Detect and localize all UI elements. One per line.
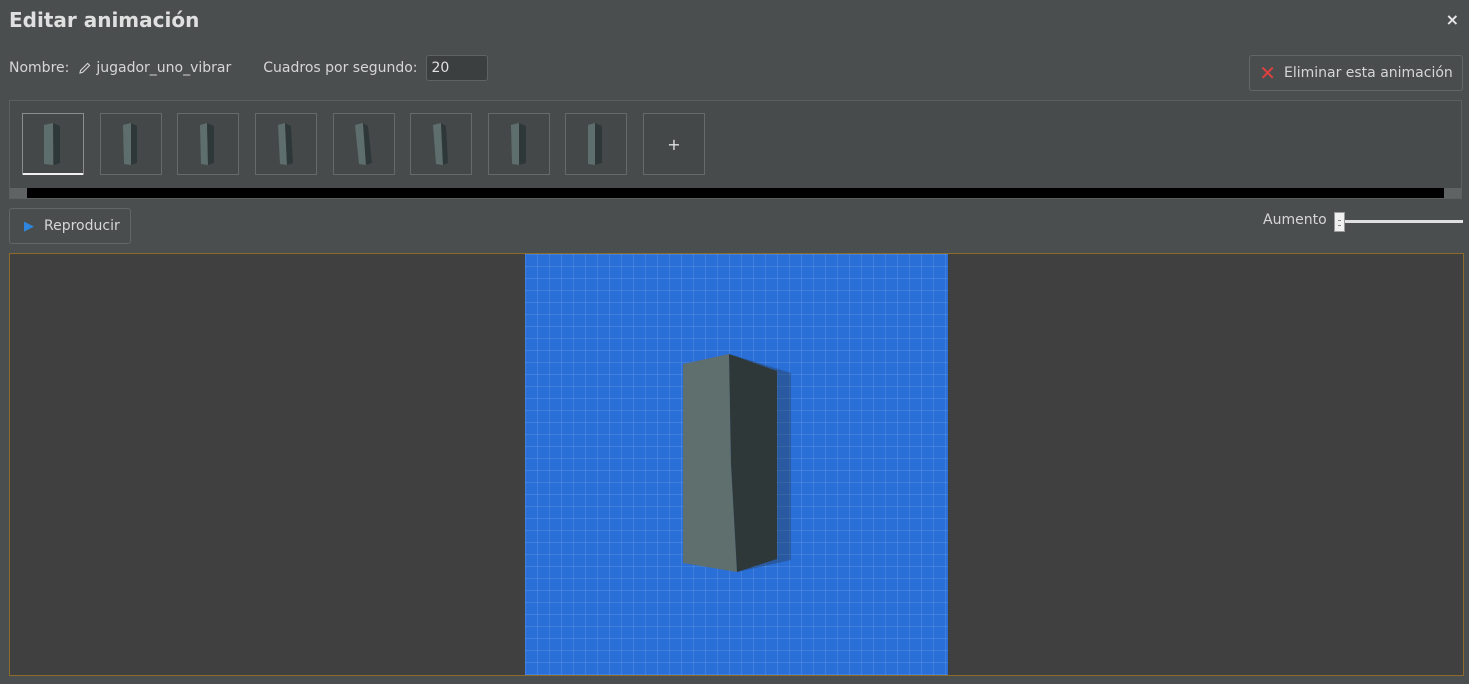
frame-sprite-image <box>355 123 372 165</box>
delete-x-icon: ✕ <box>1259 61 1276 85</box>
pencil-icon <box>79 62 91 74</box>
fps-input[interactable] <box>425 55 488 81</box>
fps-label: Cuadros por segundo: <box>263 60 418 76</box>
delete-animation-label: Eliminar esta animación <box>1283 65 1453 81</box>
play-label: Reproducir <box>44 218 120 234</box>
frame-thumbnail[interactable] <box>22 113 84 175</box>
frame-sprite-image <box>44 123 60 165</box>
frame-thumbnail[interactable] <box>100 113 162 175</box>
frame-thumbnail[interactable] <box>255 113 317 175</box>
zoom-slider-track[interactable] <box>1340 220 1463 223</box>
add-frame-button[interactable]: + <box>643 113 705 175</box>
frame-sprite-image <box>123 123 137 165</box>
play-button[interactable]: ▶ Reproducir <box>9 208 131 244</box>
frame-thumbnail[interactable] <box>410 113 472 175</box>
animation-name-edit[interactable]: jugador_uno_vibrar <box>79 60 231 76</box>
sprite-preview-image <box>683 354 791 572</box>
frame-thumbnail[interactable] <box>177 113 239 175</box>
frame-sprite-image <box>278 123 293 165</box>
delete-animation-button[interactable]: ✕ Eliminar esta animación <box>1249 55 1463 91</box>
frame-thumbnail[interactable] <box>565 113 627 175</box>
scroll-left-arrow[interactable] <box>10 188 27 198</box>
scroll-right-arrow[interactable] <box>1444 188 1461 198</box>
play-icon: ▶ <box>24 218 34 234</box>
zoom-label: Aumento <box>1263 212 1327 228</box>
dialog-title: Editar animación <box>9 8 200 32</box>
frame-sprite-image <box>433 123 448 165</box>
frame-thumbnail[interactable] <box>333 113 395 175</box>
frame-sprite-image <box>588 123 602 165</box>
frame-sprite-image <box>511 123 526 165</box>
name-label: Nombre: <box>9 60 70 76</box>
frame-sprite-image <box>200 123 214 165</box>
animation-name-value: jugador_uno_vibrar <box>96 60 232 76</box>
frames-strip: + <box>9 100 1462 199</box>
preview-canvas <box>525 254 948 675</box>
frames-scrollbar[interactable] <box>10 188 1461 198</box>
close-icon[interactable]: × <box>1446 10 1459 29</box>
zoom-slider-handle[interactable] <box>1334 212 1345 232</box>
preview-viewport <box>9 253 1464 676</box>
frame-thumbnail[interactable] <box>488 113 550 175</box>
animation-properties: Nombre: jugador_uno_vibrar Cuadros por s… <box>9 55 488 81</box>
